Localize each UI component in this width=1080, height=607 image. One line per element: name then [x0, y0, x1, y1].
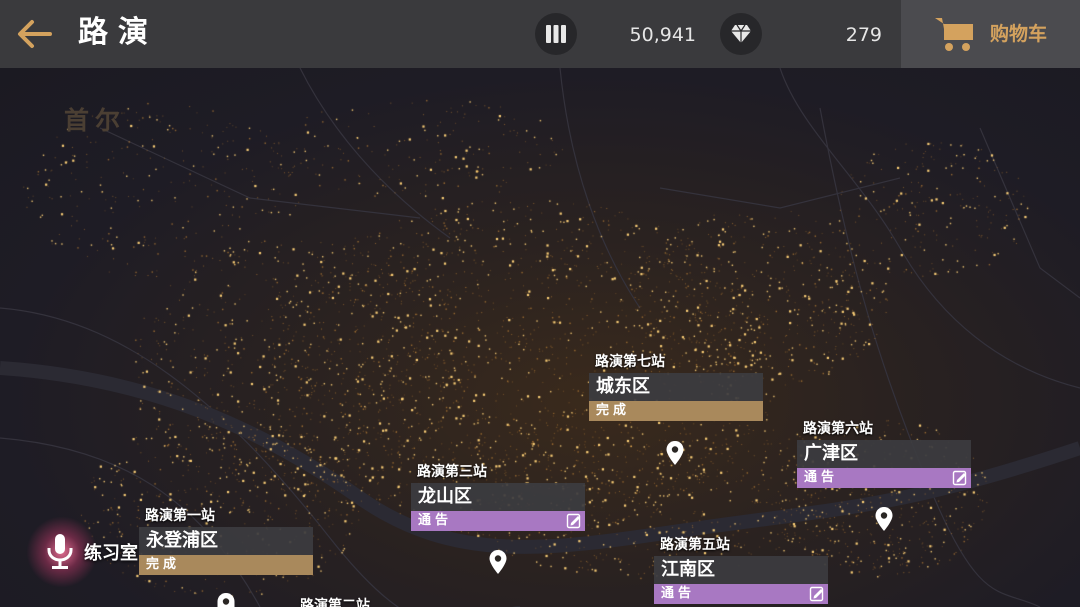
tickets-count: 50,941: [629, 24, 696, 46]
practice-room-label: 练习室: [84, 543, 138, 564]
back-arrow-icon[interactable]: [14, 16, 54, 52]
edit-note-icon: [952, 470, 967, 486]
stage-5[interactable]: 路演第五站 江南区 通告: [654, 534, 828, 606]
stage-label: 路演第五站: [660, 537, 730, 553]
stage-status: 通告: [411, 511, 585, 531]
cart-icon: [935, 18, 973, 51]
stage-district: 龙山区: [411, 483, 585, 511]
stage-district: 城东区: [589, 373, 763, 401]
diamond-icon: [720, 13, 762, 55]
stage-6[interactable]: 路演第六站 广津区 通告: [797, 418, 971, 490]
diamond-count: 279: [845, 24, 882, 46]
cart-button[interactable]: 购物车: [901, 0, 1080, 68]
stage-label: 路演第六站: [803, 421, 873, 437]
stage-district: 江南区: [654, 556, 828, 584]
stage-status: 完成: [589, 401, 763, 421]
edit-note-icon: [809, 586, 824, 602]
top-bar: 路演 50,941 279 购物车: [0, 0, 1080, 68]
practice-room-button[interactable]: 练习室: [26, 512, 166, 592]
microphone-icon: [47, 534, 73, 569]
stage-2[interactable]: 路演第二站: [294, 595, 468, 607]
map-pin-icon[interactable]: [874, 506, 894, 532]
stage-district: 广津区: [797, 440, 971, 468]
map-pin-icon[interactable]: [216, 592, 236, 607]
stage-3[interactable]: 路演第三站 龙山区 通告: [411, 461, 585, 533]
edit-note-icon: [566, 513, 581, 529]
stage-status: 通告: [654, 584, 828, 604]
cart-label: 购物车: [990, 23, 1048, 45]
stage-label: 路演第二站: [300, 598, 370, 607]
map-pin-icon[interactable]: [665, 440, 685, 466]
stage-label: 路演第三站: [417, 464, 487, 480]
map-pin-icon[interactable]: [488, 549, 508, 575]
tickets-icon: [535, 13, 577, 55]
page-title: 路演: [78, 15, 158, 50]
stage-label: 路演第七站: [595, 354, 665, 370]
city-label: 首尔: [64, 106, 127, 135]
stage-status: 通告: [797, 468, 971, 488]
stage-7[interactable]: 路演第七站 城东区 完成: [589, 351, 763, 423]
